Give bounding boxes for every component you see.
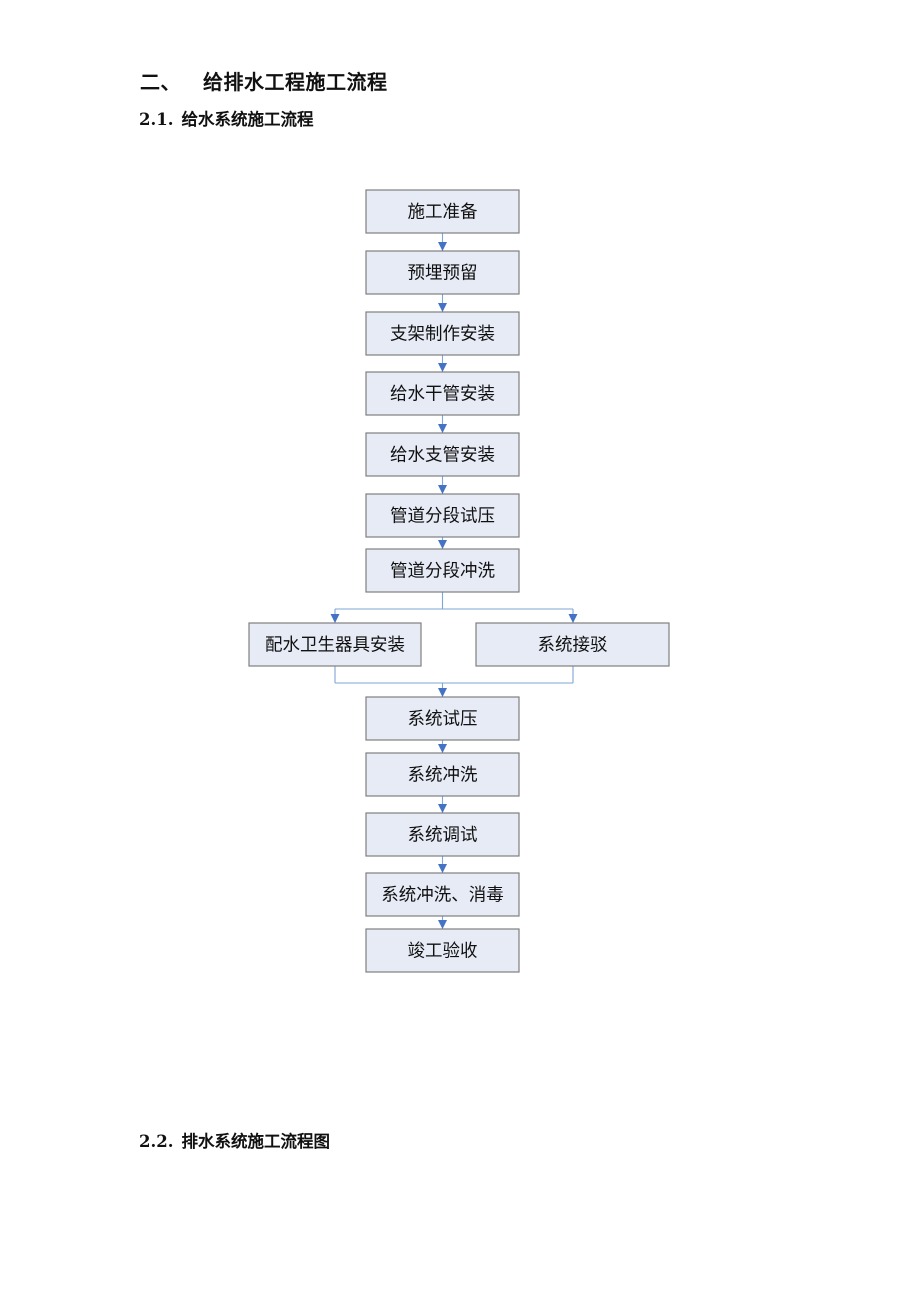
node-label: 竣工验收 <box>408 942 478 962</box>
arrow-down-icon <box>438 864 447 873</box>
arrow-down-icon <box>438 303 447 312</box>
arrow-down-icon <box>330 614 340 623</box>
node-label: 系统冲洗 <box>408 766 478 786</box>
step-node: 支架制作安装 <box>365 311 520 356</box>
step-node: 系统试压 <box>365 696 520 741</box>
arrow-down-icon <box>438 363 447 372</box>
arrow-down-icon <box>438 485 447 494</box>
node-label: 系统调试 <box>408 826 478 846</box>
step-node: 管道分段冲洗 <box>365 548 520 593</box>
arrow-down-icon <box>438 688 447 697</box>
subsection-title: 排水系统施工流程图 <box>181 1132 330 1151</box>
parallel-step-node: 系统接驳 <box>475 622 670 667</box>
arrow-down-icon <box>438 744 447 753</box>
flowchart-nodes: 施工准备预埋预留支架制作安装给水干管安装给水支管安装管道分段试压管道分段冲洗配水… <box>248 189 670 973</box>
step-node: 给水支管安装 <box>365 432 520 477</box>
node-label: 管道分段试压 <box>390 507 495 527</box>
water-supply-flowchart: 施工准备预埋预留支架制作安装给水干管安装给水支管安装管道分段试压管道分段冲洗配水… <box>248 189 670 973</box>
node-label: 系统冲洗、消毒 <box>381 886 504 906</box>
node-label: 管道分段冲洗 <box>390 562 495 582</box>
arrow-down-icon <box>568 614 578 623</box>
node-label: 给水干管安装 <box>390 385 495 405</box>
step-node: 系统冲洗 <box>365 752 520 797</box>
node-label: 系统试压 <box>408 710 478 730</box>
step-node: 系统调试 <box>365 812 520 857</box>
arrow-down-icon <box>438 424 447 433</box>
step-node: 施工准备 <box>365 189 520 234</box>
arrow-down-icon <box>438 540 447 549</box>
step-node: 预埋预留 <box>365 250 520 295</box>
node-label: 给水支管安装 <box>390 446 495 466</box>
arrow-down-icon <box>438 804 447 813</box>
step-node: 管道分段试压 <box>365 493 520 538</box>
step-node: 给水干管安装 <box>365 371 520 416</box>
node-label: 施工准备 <box>408 203 478 223</box>
subsection-heading-drainage: 2.2. 排水系统施工流程图 <box>139 1128 330 1152</box>
arrow-down-icon <box>438 920 447 929</box>
subsection-number: 2.2. <box>139 1132 174 1151</box>
node-label: 系统接驳 <box>538 636 608 656</box>
node-label: 配水卫生器具安装 <box>265 636 405 656</box>
parallel-step-node: 配水卫生器具安装 <box>248 622 422 667</box>
step-node: 竣工验收 <box>365 928 520 973</box>
step-node: 系统冲洗、消毒 <box>365 872 520 917</box>
arrow-down-icon <box>438 242 447 251</box>
node-label: 支架制作安装 <box>390 325 495 345</box>
node-label: 预埋预留 <box>408 264 478 284</box>
